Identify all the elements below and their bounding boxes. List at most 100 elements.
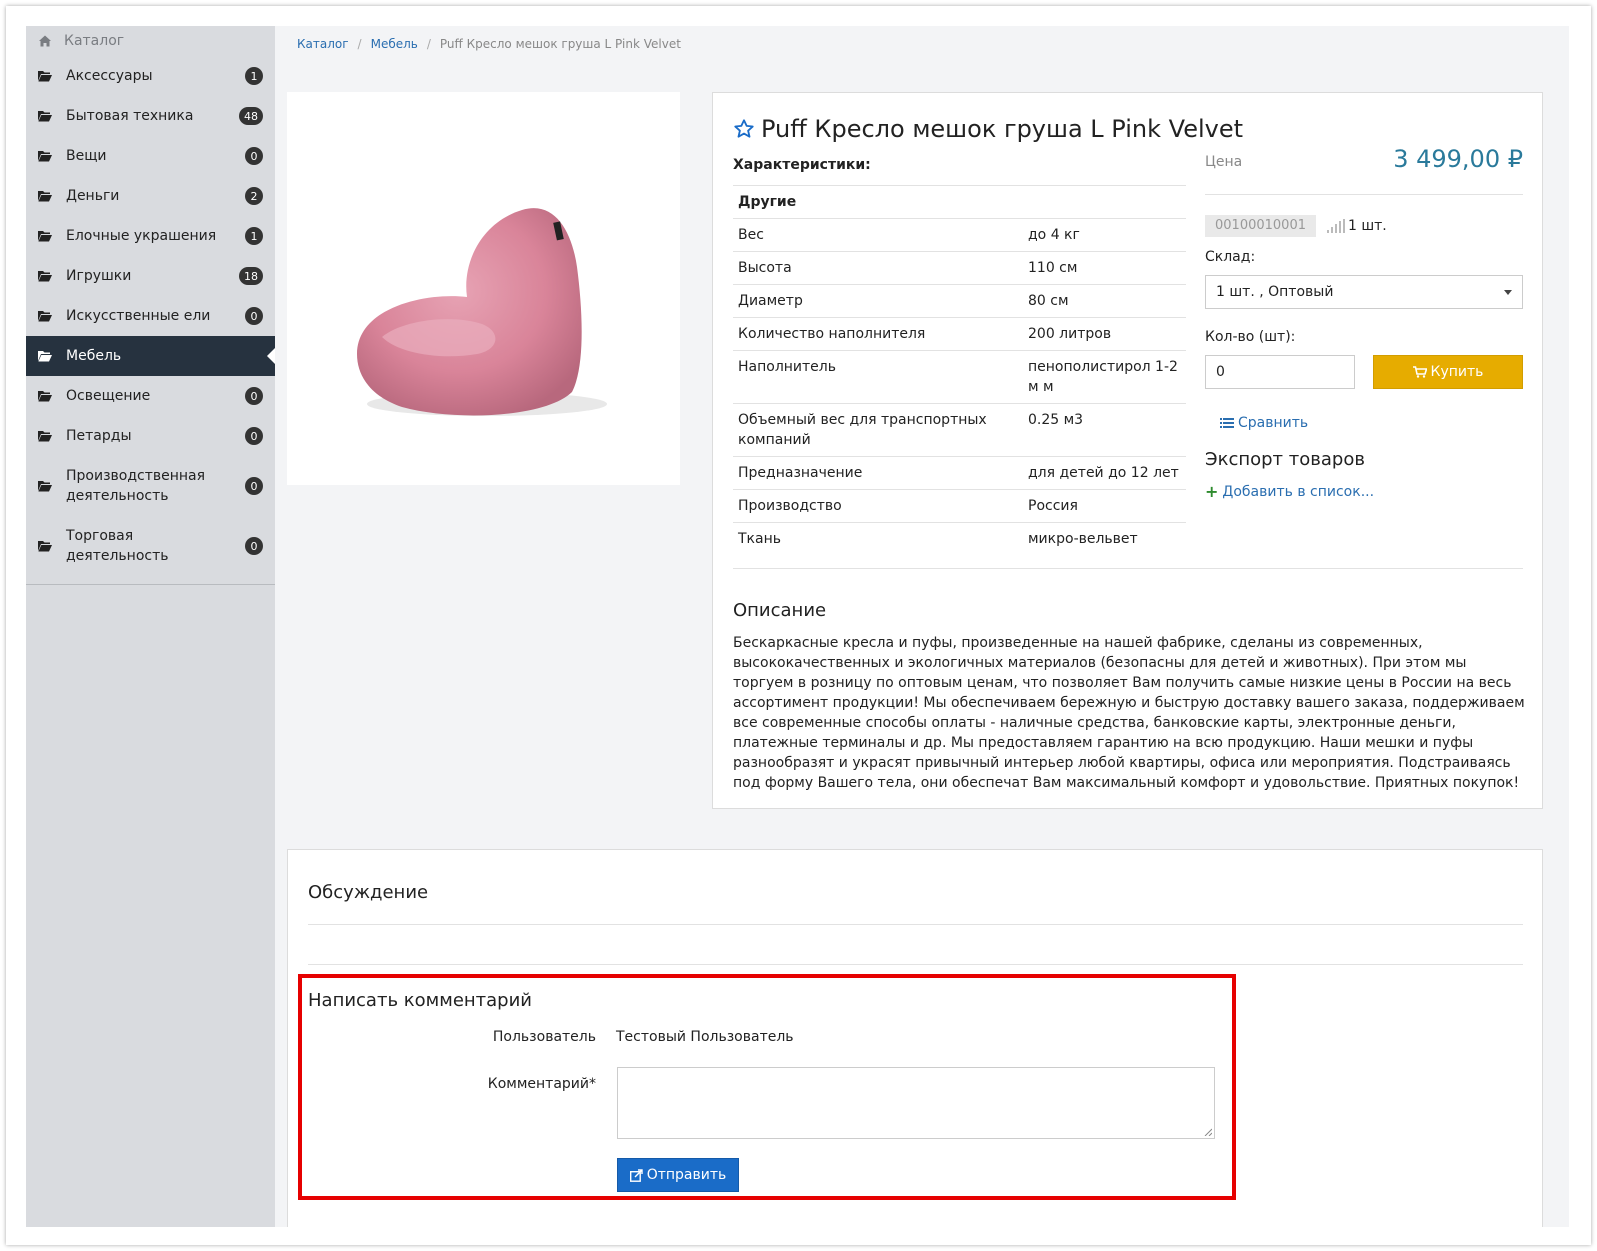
- sku-row: 00100010001 1 шт.: [1205, 215, 1523, 237]
- count-badge: 0: [245, 147, 263, 165]
- spec-key: Объемный вес для транспортных компаний: [733, 403, 1023, 457]
- sidebar-item-label: Освещение: [66, 388, 151, 404]
- breadcrumb-catalog-link[interactable]: Каталог: [297, 37, 349, 51]
- sidebar-item-label: Мебель: [66, 348, 122, 364]
- sidebar-item[interactable]: Аксессуары 1: [26, 56, 275, 96]
- sidebar-item-label: Вещи: [66, 148, 107, 164]
- spec-row: Высота 110 см: [733, 251, 1186, 285]
- sidebar-item[interactable]: Елочные украшения 1: [26, 216, 275, 256]
- category-list: Аксессуары 1 Бытовая техника 48 Вещи 0 Деньги 2…: [26, 56, 275, 585]
- sidebar-item[interactable]: Вещи 0: [26, 136, 275, 176]
- catalog-sidebar: Каталог Аксессуары 1 Бытовая техника 48 Вещи…: [26, 26, 275, 1227]
- folder-open-icon: [38, 190, 52, 202]
- spec-row: Наполнитель пенополистирол 1-2 м м: [733, 350, 1186, 404]
- sidebar-item[interactable]: Торговая деятельность 0: [26, 516, 275, 576]
- product-card: Puff Кресло мешок груша L Pink Velvet Ха…: [712, 92, 1543, 809]
- spec-row: Предназначение для детей до 12 лет: [733, 456, 1186, 490]
- folder-open-icon: [38, 350, 52, 362]
- breadcrumb-separator: /: [357, 37, 362, 51]
- comment-form: Написать комментарий Пользователь Тестов…: [298, 974, 1236, 1200]
- sidebar-header[interactable]: Каталог: [26, 26, 275, 56]
- discussion-panel: Обсуждение Написать комментарий Пользова…: [287, 849, 1543, 1227]
- sidebar-item[interactable]: Деньги 2: [26, 176, 275, 216]
- buy-box: Цена 3 499,00 ₽ 00100010001 1 шт. Склад:…: [1205, 123, 1523, 501]
- spec-value: 110 см: [1023, 251, 1186, 285]
- description-text: Бескаркасные кресла и пуфы, произведенны…: [733, 635, 1525, 791]
- comment-textarea[interactable]: [617, 1067, 1215, 1139]
- folder-open-icon: [38, 310, 52, 322]
- sidebar-item[interactable]: Игрушки 18: [26, 256, 275, 296]
- specs-group-label: Другие: [733, 185, 1186, 219]
- sidebar-item[interactable]: Мебель: [26, 336, 275, 376]
- spec-row: Ткань микро-вельвет: [733, 522, 1186, 555]
- sidebar-item-label: Елочные украшения: [66, 228, 217, 244]
- add-to-list-link[interactable]: + Добавить в список...: [1205, 482, 1523, 501]
- spec-key: Предназначение: [733, 456, 1023, 490]
- breadcrumb-separator: /: [426, 37, 431, 51]
- qty-row: 0 Купить: [1205, 355, 1523, 389]
- count-badge: 1: [245, 227, 263, 245]
- quantity-input[interactable]: 0: [1205, 355, 1355, 389]
- breadcrumb-furniture-link[interactable]: Мебель: [371, 37, 418, 51]
- sidebar-item-label: Деньги: [66, 188, 120, 204]
- compare-label: Сравнить: [1238, 415, 1309, 431]
- description-divider: [733, 568, 1523, 569]
- sidebar-header-label: Каталог: [64, 33, 125, 49]
- folder-open-icon: [38, 390, 52, 402]
- spec-value: Россия: [1023, 489, 1186, 523]
- folder-open-icon: [38, 110, 52, 122]
- product-title: Puff Кресло мешок груша L Pink Velvet: [733, 115, 1243, 143]
- sidebar-item[interactable]: Бытовая техника 48: [26, 96, 275, 136]
- spec-key: Вес: [733, 218, 1023, 252]
- price-row: Цена 3 499,00 ₽: [1205, 123, 1523, 195]
- sidebar-item[interactable]: Петарды 0: [26, 416, 275, 456]
- main-content: Каталог / Мебель / Puff Кресло мешок гру…: [275, 26, 1569, 1227]
- favorite-star-icon[interactable]: [733, 118, 755, 140]
- sidebar-item-label: Искусственные ели: [66, 308, 211, 324]
- submit-comment-label: Отправить: [646, 1167, 727, 1183]
- spec-value: до 4 кг: [1023, 218, 1186, 252]
- home-icon: [38, 34, 52, 48]
- bean-bag-picture: [357, 208, 607, 416]
- buy-button-label: Купить: [1430, 364, 1484, 380]
- qty-label: Кол-во (шт):: [1205, 329, 1296, 345]
- add-to-list-label: Добавить в список...: [1222, 483, 1375, 500]
- user-value: Тестовый Пользователь: [616, 1029, 794, 1045]
- count-badge: 0: [245, 307, 263, 325]
- folder-open-icon: [38, 150, 52, 162]
- spec-value: пенополистирол 1-2 м м: [1023, 350, 1186, 404]
- stock-level-icon: [1326, 219, 1346, 233]
- comment-form-title: Написать комментарий: [308, 990, 532, 1011]
- sidebar-divider: [26, 584, 275, 585]
- specs-heading: Характеристики:: [733, 157, 871, 173]
- count-badge: 48: [239, 107, 263, 125]
- warehouse-select[interactable]: 1 шт. , Оптовый: [1205, 275, 1523, 309]
- folder-open-icon: [38, 230, 52, 242]
- spec-row: Вес до 4 кг: [733, 218, 1186, 252]
- buy-button[interactable]: Купить: [1373, 355, 1523, 389]
- resize-grip-icon[interactable]: [1204, 1128, 1212, 1136]
- sidebar-item[interactable]: Искусственные ели 0: [26, 296, 275, 336]
- compare-link[interactable]: Сравнить: [1220, 415, 1523, 431]
- list-icon: [1220, 417, 1234, 429]
- export-title: Экспорт товаров: [1205, 449, 1365, 470]
- cart-icon: [1412, 366, 1427, 378]
- spec-key: Ткань: [733, 522, 1023, 555]
- price-label: Цена: [1205, 153, 1243, 170]
- share-icon: [629, 1168, 643, 1182]
- spec-key: Наполнитель: [733, 350, 1023, 404]
- count-badge: 18: [239, 267, 263, 285]
- sidebar-item[interactable]: Освещение 0: [26, 376, 275, 416]
- spec-value: 200 литров: [1023, 317, 1186, 351]
- specs-table: Другие Вес до 4 кг Высота 110 см Диаметр 80 с…: [733, 185, 1186, 555]
- product-image[interactable]: [287, 92, 680, 485]
- sidebar-item[interactable]: Производственная деятельность 0: [26, 456, 275, 516]
- sidebar-item-label: Бытовая техника: [66, 108, 194, 124]
- price-value: 3 499,00 ₽: [1393, 144, 1523, 173]
- count-badge: 0: [245, 477, 263, 495]
- count-badge: 0: [245, 387, 263, 405]
- submit-comment-button[interactable]: Отправить: [617, 1158, 739, 1192]
- spec-key: Производство: [733, 489, 1023, 523]
- spec-row: Объемный вес для транспортных компаний 0.…: [733, 403, 1186, 457]
- breadcrumb: Каталог / Мебель / Puff Кресло мешок гру…: [297, 37, 681, 51]
